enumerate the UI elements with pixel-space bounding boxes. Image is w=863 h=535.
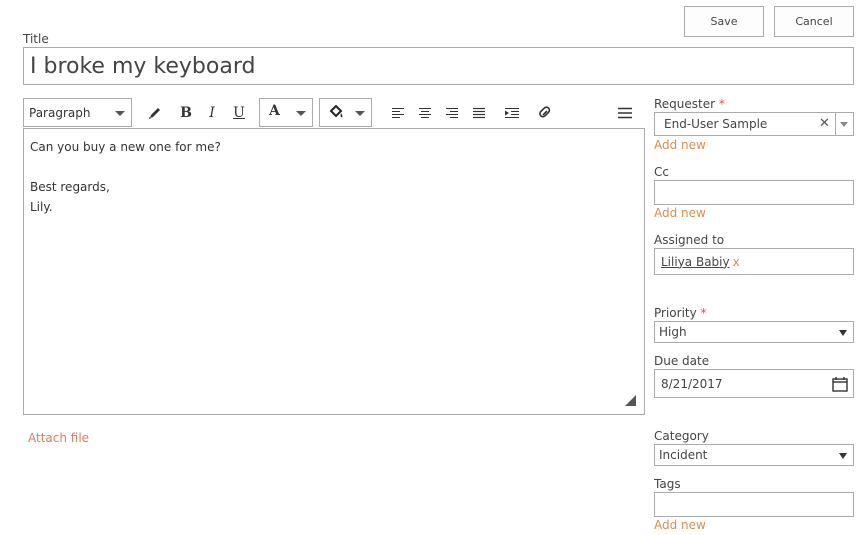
chevron-down-icon <box>839 453 847 459</box>
title-label: Title <box>23 32 49 46</box>
align-left-icon[interactable] <box>390 101 406 125</box>
category-value: Incident <box>659 448 708 462</box>
chevron-down-icon <box>839 330 847 336</box>
divider <box>835 113 836 135</box>
editor-line <box>30 157 638 177</box>
align-center-icon[interactable] <box>417 101 433 125</box>
remove-assignee-icon[interactable]: x <box>733 255 740 269</box>
clear-icon[interactable]: ✕ <box>819 116 830 131</box>
editor-line: Can you buy a new one for me? <box>30 140 221 154</box>
editor-line: Best regards, <box>30 180 110 194</box>
title-value: I broke my keyboard <box>30 53 256 79</box>
requester-value: End-User Sample <box>664 117 768 131</box>
required-mark: * <box>700 306 707 320</box>
requester-field[interactable]: End-User Sample ✕ <box>654 112 854 136</box>
tags-add-new-link[interactable]: Add new <box>654 518 706 532</box>
cc-add-new-link[interactable]: Add new <box>654 206 706 220</box>
title-input[interactable]: I broke my keyboard <box>23 47 854 85</box>
priority-value: High <box>659 325 687 339</box>
editor-line: Lily. <box>30 200 53 214</box>
requester-label: Requester * <box>654 97 725 111</box>
resize-handle-icon[interactable] <box>625 395 636 406</box>
due-date-label: Due date <box>654 354 710 368</box>
priority-select[interactable]: High <box>654 321 854 343</box>
italic-icon[interactable]: I <box>205 101 219 125</box>
chevron-down-icon <box>296 111 306 116</box>
link-icon[interactable] <box>537 101 553 125</box>
chevron-down-icon[interactable] <box>840 122 848 127</box>
bold-icon[interactable]: B <box>178 101 194 125</box>
more-icon[interactable] <box>616 101 634 125</box>
indent-icon[interactable] <box>503 101 521 125</box>
cc-input[interactable] <box>654 180 854 205</box>
paragraph-style-label: Paragraph <box>29 105 91 120</box>
chevron-down-icon <box>115 111 125 116</box>
category-label: Category <box>654 429 709 443</box>
due-date-input[interactable]: 8/21/2017 <box>654 369 854 398</box>
align-right-icon[interactable] <box>444 101 460 125</box>
justify-icon[interactable] <box>471 101 487 125</box>
highlight-color-button[interactable] <box>319 98 372 127</box>
tags-label: Tags <box>654 477 681 491</box>
save-button[interactable]: Save <box>684 6 764 37</box>
priority-label: Priority * <box>654 306 707 320</box>
font-color-button[interactable]: A <box>259 98 313 127</box>
assignee-token[interactable]: Liliya Babiy <box>661 255 730 269</box>
attach-file-link[interactable]: Attach file <box>28 431 89 445</box>
calendar-icon[interactable] <box>832 376 848 395</box>
category-select[interactable]: Incident <box>654 444 854 466</box>
paragraph-style-dropdown[interactable]: Paragraph <box>23 98 132 127</box>
due-date-value: 8/21/2017 <box>661 376 723 391</box>
requester-add-new-link[interactable]: Add new <box>654 138 706 152</box>
highlight-icon <box>328 104 344 123</box>
tags-input[interactable] <box>654 492 854 517</box>
underline-icon[interactable]: U <box>231 101 247 125</box>
font-color-icon: A <box>269 103 280 119</box>
cancel-button[interactable]: Cancel <box>774 6 854 37</box>
chevron-down-icon <box>355 111 365 116</box>
assigned-to-label: Assigned to <box>654 233 725 247</box>
pencil-icon[interactable] <box>146 101 164 125</box>
description-editor[interactable]: Can you buy a new one for me? Best regar… <box>23 128 645 415</box>
assigned-to-field[interactable]: Liliya Babiy x <box>654 248 854 275</box>
required-mark: * <box>718 97 725 111</box>
cc-label: Cc <box>654 165 669 179</box>
